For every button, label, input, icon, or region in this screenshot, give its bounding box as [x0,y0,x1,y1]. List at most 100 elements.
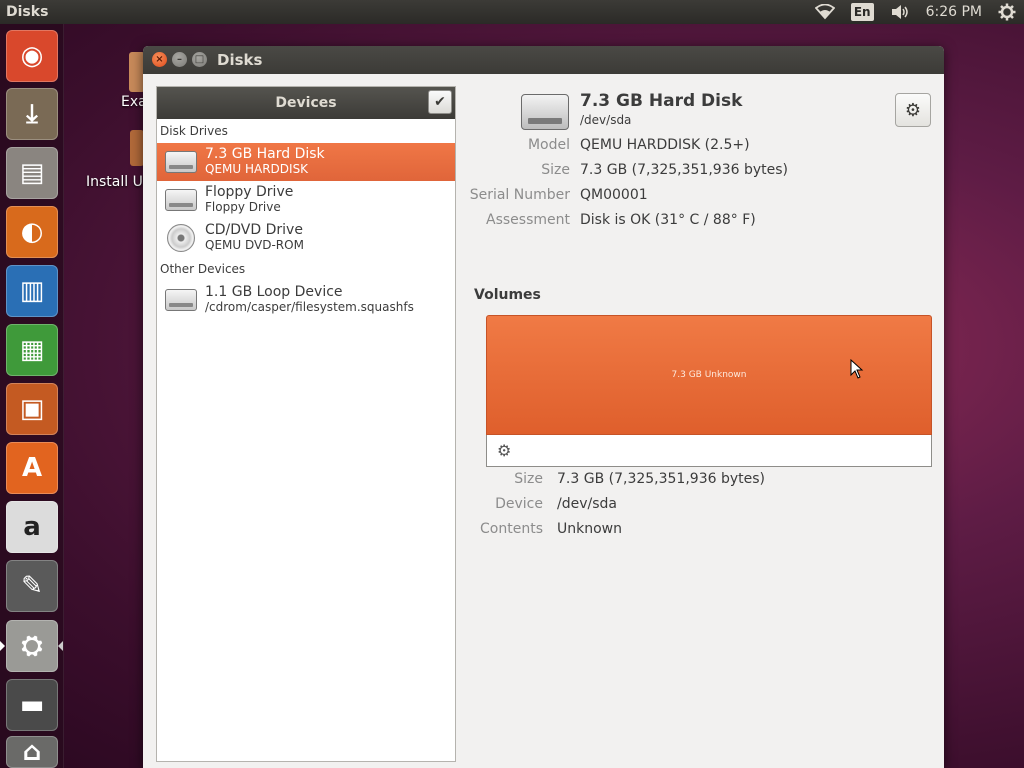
prop-value: 7.3 GB (7,325,351,936 bytes) [557,471,765,487]
launcher-item[interactable]: ◉ [6,30,58,82]
firefox-icon: ◐ [20,217,44,247]
floppy-icon: ▬ [19,690,45,720]
trash-icon: ⌂ [22,737,42,767]
launcher-item[interactable]: ▤ [6,147,58,199]
drive-item-hard-disk[interactable]: 7.3 GB Hard Disk QEMU HARDDISK [157,143,455,181]
install-ubuntu-icon: ⤓ [26,98,38,129]
prop-value: Disk is OK (31° C / 88° F) [580,212,756,228]
drive-subtitle: Floppy Drive [205,200,281,214]
prop-value: Unknown [557,521,622,537]
minimize-window-button[interactable]: – [172,52,187,67]
drive-title: CD/DVD Drive [205,222,303,238]
vol-prop-device: Device /dev/sda [473,496,773,516]
drive-options-button[interactable]: ⚙ [895,93,931,127]
devices-sidebar: Devices ✔ Disk Drives 7.3 GB Hard Disk Q… [156,86,456,762]
hard-disk-icon [165,151,197,173]
active-app-title: Disks [6,4,49,20]
focused-indicator [58,641,63,651]
prop-label: Assessment [486,212,570,228]
system-settings-icon: ✎ [21,571,43,601]
disks-icon: ⛭ [21,630,43,661]
disks-window: × – □ Disks Devices ✔ Disk Drives 7.3 GB… [143,46,944,768]
drive-item-floppy[interactable]: Floppy Drive Floppy Drive [157,181,455,219]
files-icon: ▤ [19,158,45,188]
gears-icon: ⚙ [497,441,512,460]
volume-icon[interactable] [890,4,910,20]
top-panel: Disks En 6:26 PM [0,0,1024,24]
maximize-window-button[interactable]: □ [192,52,207,67]
prop-label: Model [527,137,570,153]
launcher-item[interactable]: ▣ [6,383,58,435]
group-label-other-devices: Other Devices [160,262,246,276]
launcher-item[interactable]: ⛭ [6,620,58,672]
prop-model: Model QEMU HARDDISK (2.5+) [473,137,931,157]
libreoffice-calc-icon: ▦ [19,335,45,365]
close-window-button[interactable]: × [152,52,167,67]
libreoffice-writer-icon: ▥ [19,276,45,306]
prop-value: QEMU HARDDISK (2.5+) [580,137,750,153]
vol-prop-size: Size 7.3 GB (7,325,351,936 bytes) [473,471,773,491]
select-mode-button[interactable]: ✔ [428,90,452,114]
launcher-item[interactable]: ⌂ [6,736,58,768]
prop-label: Device [495,496,543,512]
desktop-install-label: Install Ub [86,174,152,190]
launcher-item[interactable]: ⤓ [6,88,58,140]
system-gear-icon[interactable] [998,3,1016,21]
window-titlebar[interactable]: × – □ Disks [143,46,944,74]
libreoffice-impress-icon: ▣ [19,394,45,424]
disk-device-path: /dev/sda [580,113,632,127]
gear-icon: ⚙ [904,99,922,121]
volume-toolbar: ⚙ [486,435,932,467]
drive-item-loop-device[interactable]: 1.1 GB Loop Device /cdrom/casper/filesys… [157,281,455,319]
volumes-heading: Volumes [474,287,541,303]
installer-icon [130,130,144,166]
launcher-item[interactable]: ▬ [6,679,58,731]
partition-options-button[interactable]: ⚙ [497,441,511,460]
network-icon[interactable] [814,4,835,20]
drive-subtitle: QEMU DVD-ROM [205,238,304,252]
prop-label: Contents [480,521,543,537]
optical-disc-icon [167,224,195,252]
drive-subtitle: /cdrom/casper/filesystem.squashfs [205,300,414,314]
drive-item-cd-dvd[interactable]: CD/DVD Drive QEMU DVD-ROM [157,219,455,257]
prop-label: Size [514,471,543,487]
prop-value: /dev/sda [557,496,617,512]
launcher: ◉ ⤓ ▤ ◐ ▥ ▦ ▣ Aa ✎ ⛭ ▬ ⌂ [0,24,64,768]
running-indicator [0,641,5,651]
prop-assessment: Assessment Disk is OK (31° C / 88° F) [473,212,931,232]
floppy-drive-icon [165,189,197,211]
hard-disk-large-icon [521,94,569,130]
loop-device-icon [165,289,197,311]
launcher-item[interactable]: a [6,501,58,553]
prop-value: 7.3 GB (7,325,351,936 bytes) [580,162,788,178]
drive-title: Floppy Drive [205,184,294,200]
ubuntu-software-icon: A [21,453,43,483]
indicator-area: En 6:26 PM [807,0,1024,24]
prop-serial-number: Serial Number QM00001 [469,187,931,207]
volume-partition-bar[interactable]: 7.3 GB Unknown [486,315,932,435]
ubuntu-dash-icon: ◉ [20,41,44,71]
drive-title: 7.3 GB Hard Disk [205,146,325,162]
launcher-item[interactable]: A [6,442,58,494]
disk-title: 7.3 GB Hard Disk [580,91,743,111]
devices-header: Devices ✔ [157,87,455,119]
group-label-disk-drives: Disk Drives [160,124,228,138]
window-title: Disks [217,51,263,69]
volume-bar-label: 7.3 GB Unknown [671,370,747,380]
prop-size: Size 7.3 GB (7,325,351,936 bytes) [473,162,931,182]
launcher-item[interactable]: ◐ [6,206,58,258]
vol-prop-contents: Contents Unknown [473,521,773,541]
prop-label: Serial Number [469,187,570,203]
keyboard-language-indicator[interactable]: En [850,3,874,21]
launcher-item[interactable]: ▥ [6,265,58,317]
amazon-icon: a [23,512,41,542]
launcher-item[interactable]: ▦ [6,324,58,376]
prop-value: QM00001 [580,187,648,203]
devices-header-label: Devices [275,95,337,111]
desktop-examples-icon[interactable]: Exa [121,52,147,112]
check-icon: ✔ [434,94,446,110]
drive-title: 1.1 GB Loop Device [205,284,343,300]
clock[interactable]: 6:26 PM [926,4,982,20]
launcher-item[interactable]: ✎ [6,560,58,612]
desktop-install-icon[interactable]: Install Ub [86,130,152,192]
